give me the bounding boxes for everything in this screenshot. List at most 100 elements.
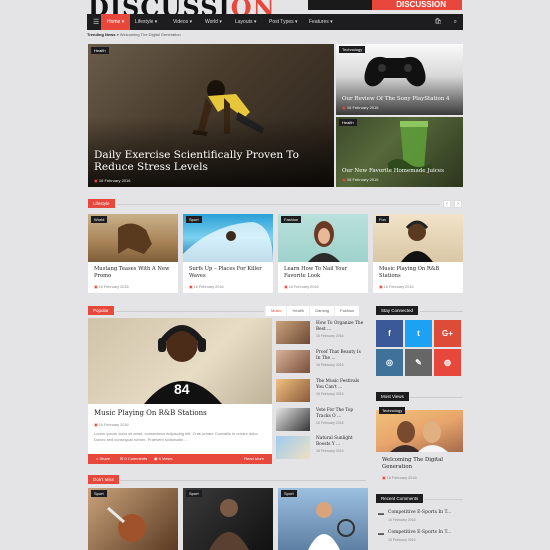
recent-comment-date: 16 February 2016 — [388, 538, 416, 542]
most-views-date-text: 16 February 2016 — [386, 476, 417, 480]
popular-side-item[interactable]: Natural Sunlight Boosts Y ... 16 Februar… — [276, 436, 366, 459]
nav-item-layouts[interactable]: Layouts ▾ — [235, 14, 256, 30]
card-tag[interactable]: Sport — [281, 490, 297, 497]
card-title[interactable]: Learn How To Nail Your Favorite Look — [284, 266, 366, 280]
google-plus-icon[interactable]: G+ — [434, 320, 461, 347]
card-tag[interactable]: Fashion — [281, 216, 302, 223]
popular-side-date: 16 February 2016 — [316, 392, 344, 396]
popular-main-image: 84 — [88, 318, 272, 404]
card-tag[interactable]: Sport — [186, 216, 202, 223]
comment-icon: ▬ — [378, 511, 384, 517]
recent-comment-title[interactable]: Competitive E-Sports In T... — [388, 510, 451, 515]
popular-side-item[interactable]: Proof That Beauty Is In The ... 16 Febru… — [276, 350, 366, 373]
section-label-lifestyle[interactable]: Lifestyle — [88, 199, 115, 208]
hero-main-title[interactable]: Daily Exercise Scientifically Proven To … — [94, 149, 330, 173]
hero-main-date: ▣ 16 February 2016 — [94, 178, 130, 183]
popular-side-title[interactable]: Proof That Beauty Is In The ... — [316, 350, 366, 361]
share-label: Share — [99, 456, 111, 461]
card-date-text: 16 February 2016 — [193, 285, 224, 289]
popular-side-date: 16 February 2016 — [316, 363, 344, 367]
section-divider — [116, 311, 264, 312]
facebook-icon[interactable]: f — [376, 320, 403, 347]
calendar-icon: ▣ — [189, 285, 193, 289]
card-tag[interactable]: Fun — [376, 216, 389, 223]
dribbble-icon[interactable]: ◍ — [434, 349, 461, 376]
nav-item-world[interactable]: World ▾ — [205, 14, 222, 30]
popular-main-title[interactable]: Music Playing On R&B Stations — [94, 409, 207, 417]
lifestyle-card[interactable]: World Mustang Teases With A New Promo ▣ … — [88, 214, 178, 293]
lifestyle-card[interactable]: Sport Surfs Up – Places For Killer Waves… — [183, 214, 273, 293]
carousel-next-button[interactable]: › — [454, 200, 462, 208]
most-views-title[interactable]: Welcoming The Digital Generation — [382, 457, 462, 471]
popular-side-title[interactable]: Vote For The Top Tracks O ... — [316, 408, 366, 419]
read-more-button[interactable]: Read More — [244, 454, 264, 464]
recent-comment-item[interactable]: ▬ Competitive E-Sports In T... 16 Februa… — [378, 530, 463, 546]
cart-icon[interactable]: 🛍 — [434, 19, 442, 25]
hero-side-article-1[interactable]: Technology Our Review Of The Sony PlaySt… — [336, 44, 463, 115]
tab-music[interactable]: Music — [265, 306, 287, 316]
section-divider — [120, 480, 366, 481]
edit-icon[interactable]: ✎ — [405, 349, 432, 376]
lifestyle-card[interactable]: Fashion Learn How To Nail Your Favorite … — [278, 214, 368, 293]
popular-main-article[interactable]: 84 Music Playing On R&B Stations ▣ 16 Fe… — [88, 318, 272, 462]
recent-comment-title[interactable]: Competitive E-Sports In T... — [388, 530, 451, 535]
instagram-icon[interactable]: ◎ — [376, 349, 403, 376]
twitter-icon[interactable]: t — [405, 320, 432, 347]
search-icon[interactable]: ⌕ — [454, 19, 457, 25]
popular-side-title[interactable]: Natural Sunlight Boosts Y ... — [316, 436, 366, 447]
hero-main-tag[interactable]: Health — [91, 47, 109, 54]
comment-icon: ▬ — [378, 531, 384, 537]
menu-icon[interactable]: ☰ — [93, 18, 99, 26]
hero-side-2-title[interactable]: Our New Favorite Homemade Juices — [342, 168, 444, 174]
nav-item-features[interactable]: Features ▾ — [309, 14, 333, 30]
carousel-prev-button[interactable]: ‹ — [443, 200, 451, 208]
dont-miss-card[interactable]: Sport — [278, 488, 368, 550]
juice-glass-image — [388, 121, 432, 171]
popular-tabs: Music Health Gaming Fashion — [265, 306, 360, 316]
trending-bar: Trending News » Welcoming The Digital Ge… — [87, 32, 181, 37]
card-title[interactable]: Music Playing On R&B Stations — [379, 266, 461, 280]
hero-side-article-2[interactable]: Health Our New Favorite Homemade Juices … — [336, 117, 463, 187]
dont-miss-card[interactable]: Sport — [183, 488, 273, 550]
hero-side-1-title[interactable]: Our Review Of The Sony PlayStation 4 — [342, 96, 450, 102]
nav-item-lifestyle[interactable]: Lifestyle ▾ — [135, 14, 157, 30]
dont-miss-card[interactable]: Sport — [88, 488, 178, 550]
hero-side-1-tag[interactable]: Technology — [339, 46, 366, 53]
most-views-image[interactable] — [376, 410, 463, 452]
card-tag[interactable]: Sport — [91, 490, 107, 497]
popular-side-item[interactable]: How To Organize The Best ... 16 February… — [276, 321, 366, 344]
comments-link[interactable]: ✉ 0 Comments — [120, 454, 147, 464]
section-divider — [410, 397, 463, 398]
hero-main-article[interactable]: Health Daily Exercise Scientifically Pro… — [88, 44, 334, 187]
tab-fashion[interactable]: Fashion — [334, 306, 360, 316]
popular-side-title[interactable]: How To Organize The Best ... — [316, 321, 366, 332]
trending-text[interactable]: Welcoming The Digital Generation — [120, 32, 181, 37]
calendar-icon: ▣ — [284, 285, 288, 289]
calendar-icon: ▣ — [342, 105, 346, 110]
nav-item-home[interactable]: Home ▾ — [101, 14, 131, 30]
ad-banner[interactable]: DISCUSSION — [308, 0, 462, 10]
popular-side-title[interactable]: The Music Festivals You Can't ... — [316, 379, 366, 390]
card-tag[interactable]: World — [91, 216, 108, 223]
card-title[interactable]: Surfs Up – Places For Killer Waves — [189, 266, 271, 280]
popular-action-bar: < Share ✉ 0 Comments ◉ 6 Views Read More — [88, 454, 272, 464]
nav-item-videos[interactable]: Videos ▾ — [173, 14, 192, 30]
section-label-dont-miss[interactable]: Don't Miss — [88, 475, 119, 484]
tab-gaming[interactable]: Gaming — [309, 306, 335, 316]
nav-item-post-types[interactable]: Post Types ▾ — [269, 14, 298, 30]
section-label-popular[interactable]: Popular — [88, 306, 114, 315]
popular-side-item[interactable]: Vote For The Top Tracks O ... 16 Februar… — [276, 408, 366, 431]
recent-comment-item[interactable]: ▬ Competitive E-Sports In T... 16 Februa… — [378, 510, 463, 526]
popular-side-thumb — [276, 350, 310, 373]
share-button[interactable]: < Share — [96, 454, 110, 464]
tab-health[interactable]: Health — [286, 306, 310, 316]
popular-side-thumb — [276, 436, 310, 459]
calendar-icon: ▣ — [94, 178, 98, 183]
lifestyle-card[interactable]: Fun Music Playing On R&B Stations ▣ 16 F… — [373, 214, 463, 293]
card-tag[interactable]: Sport — [186, 490, 202, 497]
popular-side-item[interactable]: The Music Festivals You Can't ... 16 Feb… — [276, 379, 366, 402]
hero-side-2-tag[interactable]: Health — [339, 119, 357, 126]
most-views-tag[interactable]: Technology — [379, 407, 406, 414]
card-title[interactable]: Mustang Teases With A New Promo — [94, 266, 176, 280]
widget-head-most-views: Most Views — [376, 392, 409, 401]
